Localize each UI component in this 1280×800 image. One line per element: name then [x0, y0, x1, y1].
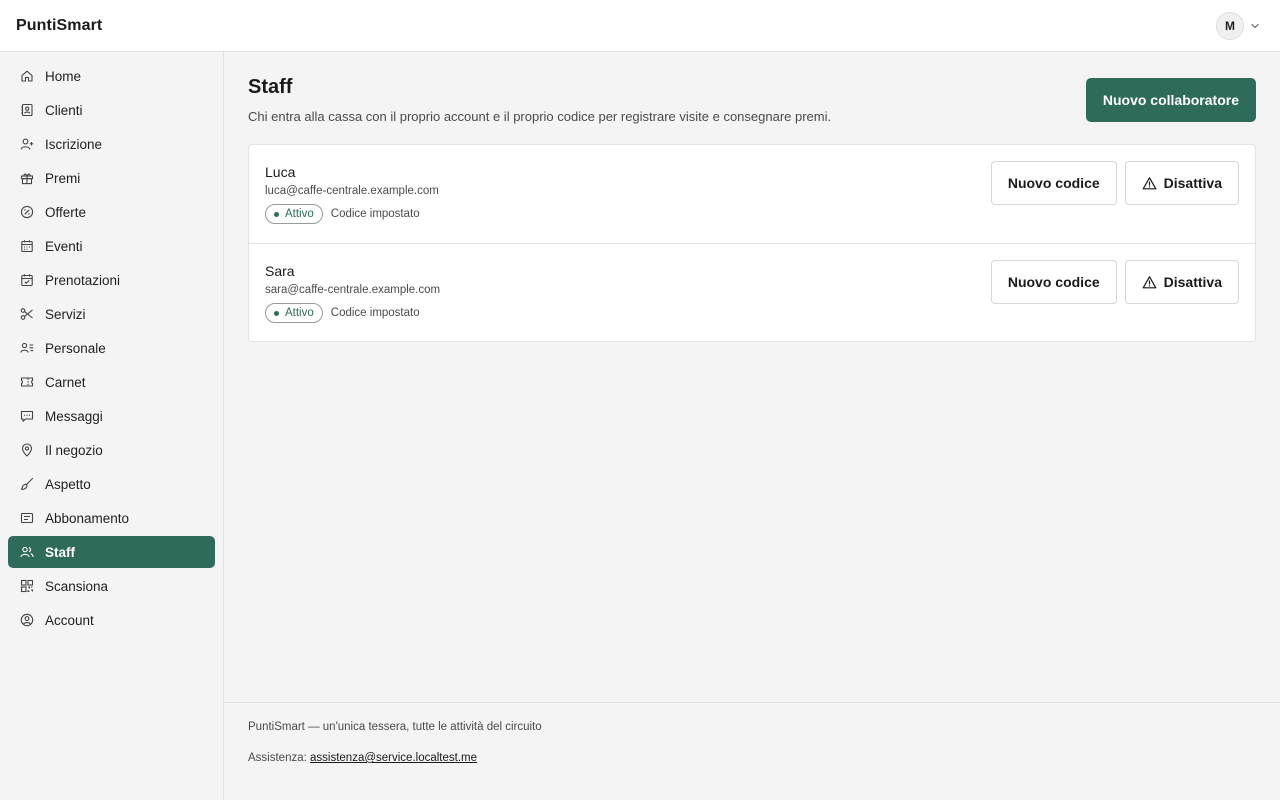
paintbrush-icon	[20, 477, 34, 491]
sidebar-item-label: Il negozio	[45, 442, 103, 458]
code-status: Codice impostato	[330, 307, 420, 319]
calendar-check-icon	[20, 273, 34, 287]
main-content: Staff Chi entra alla cassa con il propri…	[224, 52, 1280, 702]
new-code-button[interactable]: Nuovo codice	[990, 260, 1117, 304]
warning-icon	[1142, 176, 1157, 191]
page-header: Staff Chi entra alla cassa con il propri…	[248, 74, 1256, 124]
receipt-icon	[20, 511, 34, 525]
sidebar-item-premi[interactable]: Premi	[8, 162, 215, 194]
sidebar-item-prenotazioni[interactable]: Prenotazioni	[8, 264, 215, 296]
status-badge: Attivo	[265, 204, 323, 224]
sidebar-item-staff[interactable]: Staff	[8, 536, 215, 568]
home-icon	[20, 69, 34, 83]
sidebar-item-eventi[interactable]: Eventi	[8, 230, 215, 262]
staff-email: sara@caffe-centrale.example.com	[265, 284, 441, 296]
scissors-icon	[20, 307, 34, 321]
page-heading: Staff Chi entra alla cassa con il propri…	[248, 74, 831, 124]
sidebar-item-label: Clienti	[45, 102, 83, 118]
staff-row: Luca luca@caffe-centrale.example.com Att…	[249, 145, 1255, 243]
footer-tagline: PuntiSmart — un'unica tessera, tutte le …	[248, 721, 542, 733]
footer: PuntiSmart — un'unica tessera, tutte le …	[224, 702, 1280, 800]
sidebar-item-label: Abbonamento	[45, 510, 130, 526]
status-dot-icon	[274, 211, 279, 217]
deactivate-label: Disattiva	[1163, 274, 1222, 290]
footer-support: Assistenza: assistenza@service.localtest…	[248, 752, 1256, 764]
sidebar-item-il-negozio[interactable]: Il negozio	[8, 434, 215, 466]
status-dot-icon	[274, 310, 279, 316]
calendar-icon	[20, 239, 34, 253]
new-collaborator-button[interactable]: Nuovo collaboratore	[1085, 78, 1256, 122]
staff-row: Sara sara@caffe-centrale.example.com Att…	[249, 243, 1255, 341]
row-actions: Nuovo codice Disattiva	[990, 161, 1239, 205]
ticket-icon	[20, 375, 34, 389]
avatar[interactable]: M	[1216, 11, 1244, 40]
staff-meta: Attivo Codice impostato	[265, 204, 439, 224]
staff-name: Sara	[265, 263, 295, 279]
top-bar: PuntiSmart M	[0, 0, 1280, 52]
sidebar-item-label: Scansiona	[45, 578, 109, 594]
sidebar-item-carnet[interactable]: Carnet	[8, 366, 215, 398]
code-status: Codice impostato	[330, 208, 420, 220]
support-label: Assistenza:	[248, 752, 307, 764]
app-brand[interactable]: PuntiSmart	[16, 17, 102, 35]
staff-info: Sara sara@caffe-centrale.example.com Att…	[265, 260, 440, 323]
sidebar-item-label: Eventi	[45, 238, 83, 254]
user-circle-icon	[20, 613, 34, 627]
staff-meta: Attivo Codice impostato	[265, 303, 440, 323]
deactivate-button[interactable]: Disattiva	[1124, 161, 1239, 205]
staff-email: luca@caffe-centrale.example.com	[265, 185, 439, 197]
sidebar-item-label: Iscrizione	[45, 136, 103, 152]
sidebar-item-label: Carnet	[45, 374, 86, 390]
sidebar-item-home[interactable]: Home	[8, 60, 215, 92]
support-email-link[interactable]: assistenza@service.localtest.me	[310, 752, 477, 764]
status-label: Attivo	[285, 307, 314, 319]
sidebar-item-label: Offerte	[45, 204, 87, 220]
sidebar-item-label: Home	[45, 68, 82, 84]
staff-list: Luca luca@caffe-centrale.example.com Att…	[248, 144, 1256, 342]
new-code-label: Nuovo codice	[1007, 274, 1100, 290]
new-code-button[interactable]: Nuovo codice	[990, 161, 1117, 205]
deactivate-label: Disattiva	[1163, 175, 1222, 191]
gift-icon	[20, 171, 34, 185]
sidebar-item-label: Premi	[45, 170, 81, 186]
sidebar-item-abbonamento[interactable]: Abbonamento	[8, 502, 215, 534]
sidebar-item-offerte[interactable]: Offerte	[8, 196, 215, 228]
user-plus-icon	[20, 137, 34, 151]
staff-name: Luca	[265, 164, 296, 180]
sidebar-item-label: Aspetto	[45, 476, 91, 492]
staff-info: Luca luca@caffe-centrale.example.com Att…	[265, 161, 439, 224]
sidebar-item-label: Personale	[45, 340, 106, 356]
sidebar: Home Clienti Iscrizione Premi Offerte Ev…	[0, 52, 224, 800]
sidebar-item-label: Messaggi	[45, 408, 103, 424]
map-pin-icon	[20, 443, 34, 457]
users-icon	[20, 545, 34, 559]
sidebar-item-label: Prenotazioni	[45, 272, 121, 288]
page-subtitle: Chi entra alla cassa con il proprio acco…	[248, 109, 832, 124]
sidebar-item-servizi[interactable]: Servizi	[8, 298, 215, 330]
status-badge: Attivo	[265, 303, 323, 323]
sidebar-item-label: Account	[45, 612, 94, 628]
status-label: Attivo	[285, 208, 314, 220]
sidebar-item-clienti[interactable]: Clienti	[8, 94, 215, 126]
row-actions: Nuovo codice Disattiva	[990, 260, 1239, 304]
sidebar-item-iscrizione[interactable]: Iscrizione	[8, 128, 215, 160]
sidebar-item-scansiona[interactable]: Scansiona	[8, 570, 215, 602]
sidebar-item-label: Servizi	[45, 306, 86, 322]
sidebar-item-label: Staff	[45, 544, 75, 560]
sidebar-item-aspetto[interactable]: Aspetto	[8, 468, 215, 500]
message-icon	[20, 409, 34, 423]
deactivate-button[interactable]: Disattiva	[1124, 260, 1239, 304]
qr-scan-icon	[20, 579, 34, 593]
contacts-icon	[20, 103, 34, 117]
sidebar-item-messaggi[interactable]: Messaggi	[8, 400, 215, 432]
sidebar-item-personale[interactable]: Personale	[8, 332, 215, 364]
badge-percent-icon	[20, 205, 34, 219]
sidebar-item-account[interactable]: Account	[8, 604, 215, 636]
user-list-icon	[20, 341, 34, 355]
chevron-down-icon	[1250, 21, 1260, 31]
warning-icon	[1142, 275, 1157, 290]
user-menu[interactable]: M	[1216, 11, 1260, 40]
new-code-label: Nuovo codice	[1007, 175, 1100, 191]
page-title: Staff	[248, 76, 293, 98]
